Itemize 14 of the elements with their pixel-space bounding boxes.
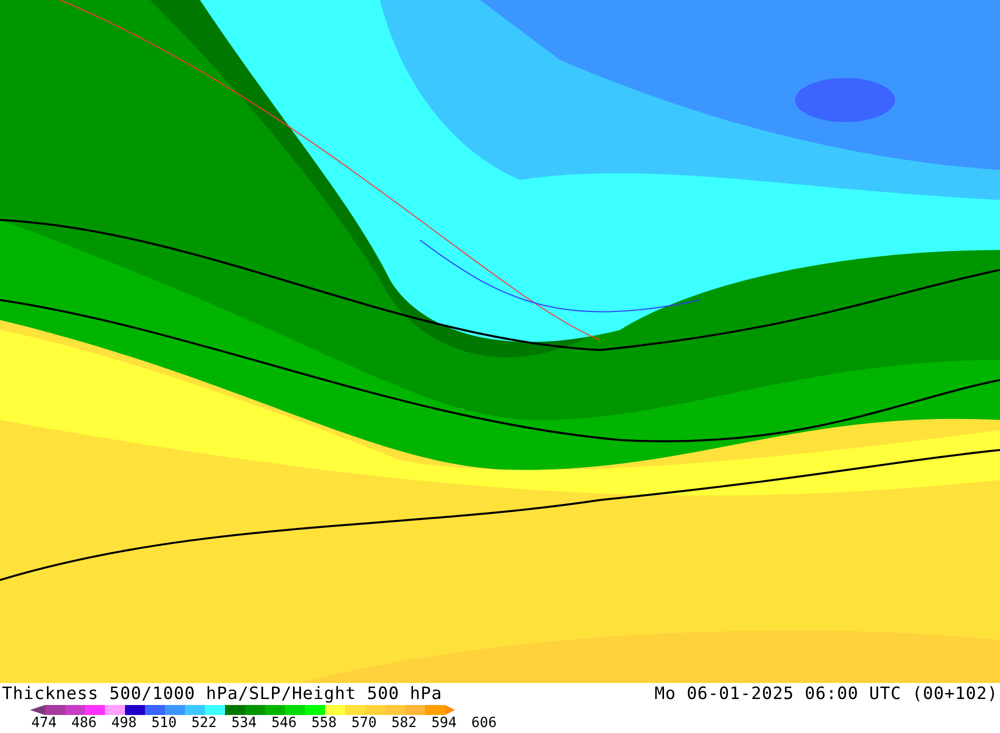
legend-label: 606: [470, 715, 498, 733]
legend-label: 558: [310, 715, 338, 733]
legend-label: 522: [190, 715, 218, 733]
legend-label: 486: [70, 715, 98, 733]
legend-label: 594: [430, 715, 458, 733]
legend-label: 582: [390, 715, 418, 733]
forecast-time: Mo 06-01-2025 06:00 UTC (00+102): [654, 684, 998, 704]
legend-label: 498: [110, 715, 138, 733]
legend-label: 570: [350, 715, 378, 733]
legend-label: 474: [30, 715, 58, 733]
legend-label: 534: [230, 715, 258, 733]
legend-label: 510: [150, 715, 178, 733]
legend-label: 546: [270, 715, 298, 733]
chart-title: Thickness 500/1000 hPa/SLP/Height 500 hPa: [2, 684, 442, 704]
